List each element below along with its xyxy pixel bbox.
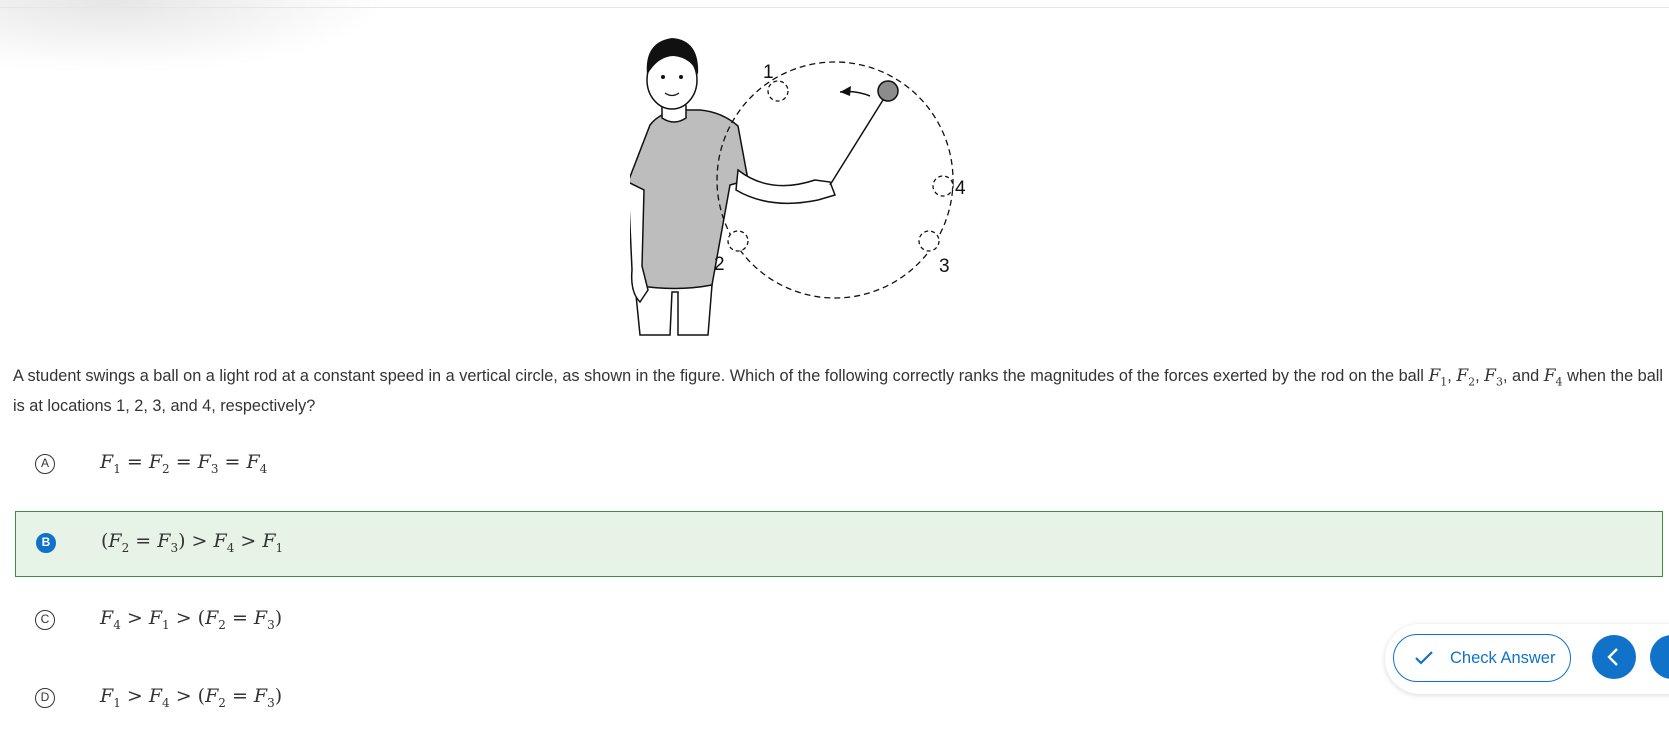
previous-button[interactable] — [1592, 635, 1636, 679]
location-label-1: 1 — [763, 62, 774, 83]
choice-letter: B — [36, 533, 56, 553]
location-label-3: 3 — [939, 256, 950, 277]
check-answer-button[interactable]: Check Answer — [1393, 634, 1571, 682]
check-answer-label: Check Answer — [1450, 649, 1556, 667]
answer-toolbar: Check Answer — [1385, 624, 1669, 694]
question-text: A student swings a ball on a light rod a… — [13, 366, 1664, 416]
force-f4: F4 — [1543, 366, 1563, 389]
location-label-2: 2 — [714, 254, 725, 275]
choice-letter: C — [35, 610, 55, 630]
check-icon — [1414, 650, 1434, 671]
force-f3: F3 — [1484, 366, 1503, 389]
choice-a[interactable]: A F1 = F2 = F3 = F4 — [15, 433, 1663, 499]
header-shadow — [0, 0, 390, 70]
choice-expression: (F2 = F3) > F4 > F1 — [101, 530, 284, 555]
choice-letter: D — [35, 688, 55, 708]
choice-expression: F1 > F4 > (F2 = F3) — [100, 685, 283, 710]
chevron-left-icon — [1607, 648, 1618, 666]
force-f2: F2 — [1456, 366, 1476, 389]
and-word: and — [1512, 367, 1540, 385]
question-figure: 1 2 3 4 — [627, 30, 1050, 340]
choice-letter: A — [35, 454, 55, 474]
choice-b[interactable]: B (F2 = F3) > F4 > F1 — [15, 511, 1663, 577]
question-before: A student swings a ball on a light rod a… — [13, 367, 1424, 385]
next-button[interactable] — [1650, 635, 1669, 679]
location-label-4: 4 — [955, 178, 966, 199]
header-divider — [0, 7, 1669, 8]
force-f1: F1 — [1428, 366, 1448, 389]
choice-expression: F1 = F2 = F3 = F4 — [100, 451, 268, 476]
choice-expression: F4 > F1 > (F2 = F3) — [100, 607, 283, 632]
